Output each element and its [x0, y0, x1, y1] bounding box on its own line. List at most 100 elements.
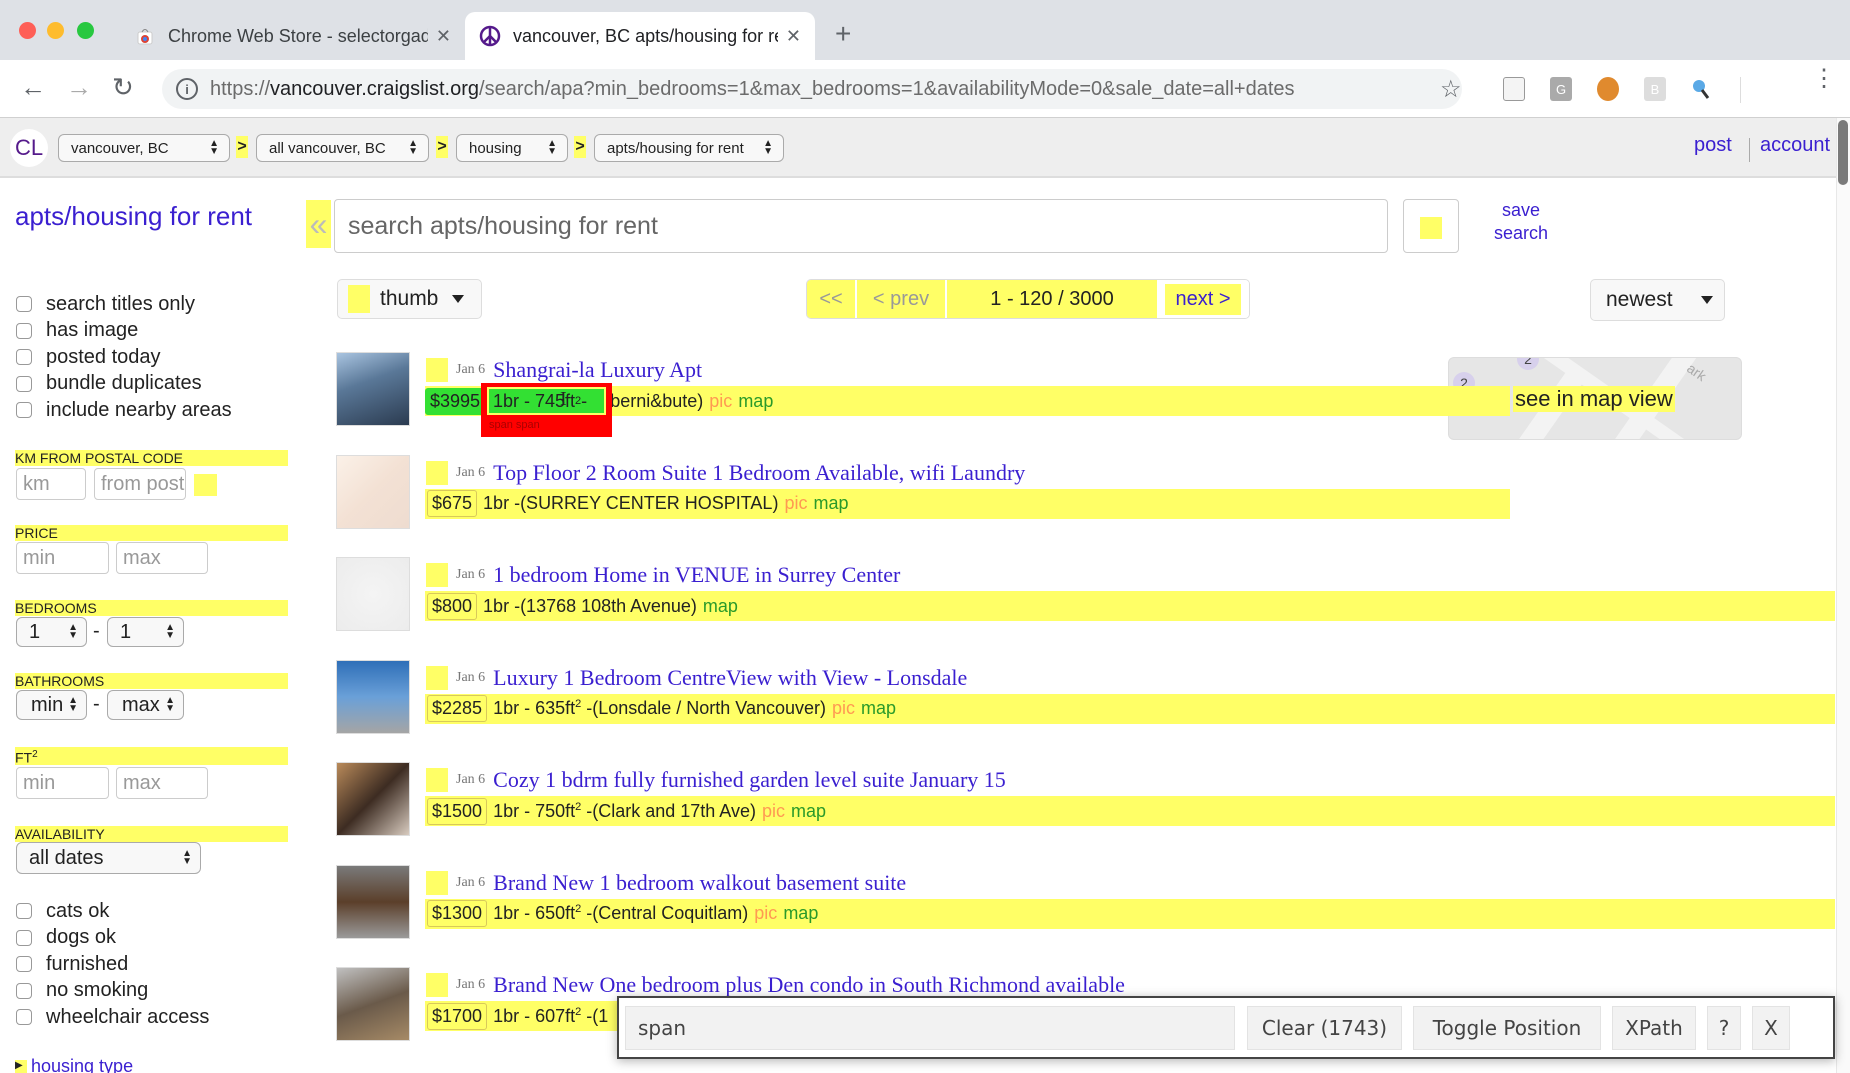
g-extension-icon[interactable]: G	[1550, 77, 1572, 101]
option-dogs-ok[interactable]: dogs ok	[16, 925, 209, 952]
listing-title-link[interactable]: Brand New 1 bedroom walkout basement sui…	[493, 870, 906, 896]
page-scrollbar-track[interactable]	[1836, 118, 1850, 1073]
postal-code-input[interactable]: from postal code	[94, 468, 186, 500]
new-tab-button[interactable]: +	[835, 20, 851, 48]
breadcrumb-region-select[interactable]: vancouver, BC ▲ ▼	[58, 134, 230, 162]
listing-thumbnail[interactable]	[336, 659, 410, 734]
chrome-menu-icon[interactable]: ⋮	[1812, 67, 1836, 91]
favorite-star-icon[interactable]	[426, 665, 448, 690]
close-tab-icon[interactable]: ✕	[436, 26, 451, 47]
listing-thumbnail[interactable]	[336, 967, 410, 1041]
map-link[interactable]: map	[813, 493, 848, 514]
favorite-star-icon[interactable]	[426, 460, 448, 485]
close-gadget-button[interactable]: X	[1752, 1006, 1790, 1050]
listing-row[interactable]: Jan 6 1 bedroom Home in VENUE in Surrey C…	[336, 557, 1836, 633]
km-input[interactable]: km	[16, 468, 86, 500]
map-link[interactable]: map	[861, 698, 896, 719]
category-title[interactable]: apts/housing for rent	[15, 200, 265, 233]
basket-extension-icon[interactable]	[1597, 77, 1619, 101]
map-link[interactable]: map	[703, 596, 738, 617]
option-search-titles-only[interactable]: search titles only	[16, 291, 232, 318]
bathrooms-max-select[interactable]: max ▲ ▼	[107, 690, 184, 720]
checkbox[interactable]	[16, 322, 32, 339]
search-button[interactable]	[1403, 199, 1459, 253]
favorite-star-icon[interactable]	[426, 358, 448, 382]
close-tab-icon[interactable]: ✕	[786, 26, 801, 47]
checkbox[interactable]	[16, 375, 32, 392]
favorite-star-icon[interactable]	[426, 563, 448, 587]
checkbox[interactable]	[16, 349, 32, 366]
sqft-min-input[interactable]: min	[16, 767, 109, 799]
reload-icon[interactable]: ↻	[112, 74, 134, 100]
listing-row[interactable]: Jan 6 Top Floor 2 Room Suite 1 Bedroom Av…	[336, 454, 1836, 531]
close-window-button[interactable]	[19, 22, 36, 39]
listing-row[interactable]: Jan 6 Luxury 1 Bedroom CentreView with Vi…	[336, 659, 1836, 736]
listing-title-link[interactable]: 1 bedroom Home in VENUE in Surrey Center	[493, 562, 900, 588]
bedrooms-max-select[interactable]: 1 ▲ ▼	[107, 617, 184, 647]
postal-search-button[interactable]	[194, 474, 217, 496]
option-bundle-duplicates[interactable]: bundle duplicates	[16, 371, 232, 398]
collapse-sidebar-button[interactable]: «	[306, 200, 331, 248]
listing-row[interactable]: Jan 6 Brand New 1 bedroom walkout basemen…	[336, 864, 1836, 941]
listing-thumbnail[interactable]	[336, 864, 410, 939]
availability-select[interactable]: all dates ▲ ▼	[16, 842, 201, 874]
breadcrumb-subcategory-select[interactable]: apts/housing for rent ▲ ▼	[594, 134, 784, 162]
option-no-smoking[interactable]: no smoking	[16, 978, 209, 1005]
price-min-input[interactable]: min	[16, 542, 109, 574]
option-furnished[interactable]: furnished	[16, 951, 209, 978]
back-icon[interactable]: ←	[20, 74, 46, 100]
listing-thumbnail[interactable]	[336, 454, 410, 529]
checkbox[interactable]	[16, 402, 32, 419]
listing-thumbnail[interactable]	[336, 352, 410, 426]
selectorgadget-extension-icon[interactable]	[1690, 77, 1712, 101]
page-scrollbar-thumb[interactable]	[1838, 120, 1848, 185]
checkbox[interactable]	[16, 903, 32, 920]
bookmark-star-icon[interactable]: ☆	[1440, 75, 1462, 104]
listing-title-link[interactable]: Brand New One bedroom plus Den condo in …	[493, 972, 1125, 998]
favorite-star-icon[interactable]	[426, 768, 448, 792]
minimize-window-button[interactable]	[47, 22, 64, 39]
option-posted-today[interactable]: posted today	[16, 344, 232, 371]
clear-button[interactable]: Clear (1743)	[1247, 1006, 1402, 1050]
listing-title-link[interactable]: Luxury 1 Bedroom CentreView with View - …	[493, 665, 967, 691]
listing-thumbnail[interactable]	[336, 762, 410, 836]
option-has-image[interactable]: has image	[16, 318, 232, 345]
tab-chrome-web-store[interactable]: Chrome Web Store - selectorgadget ✕	[120, 12, 465, 60]
forward-icon[interactable]: →	[66, 74, 92, 100]
post-link[interactable]: post	[1694, 134, 1732, 157]
checkbox[interactable]	[16, 929, 32, 946]
listing-title-link[interactable]: Shangrai-la Luxury Apt	[493, 357, 702, 383]
favorite-star-icon[interactable]	[426, 870, 448, 895]
prev-page-button[interactable]: < prev	[857, 280, 947, 318]
selectorgadget-highlight[interactable]: 1br - 745ft 2 - span span	[481, 383, 612, 437]
tab-craigslist[interactable]: vancouver, BC apts/housing for rent ✕	[465, 12, 815, 60]
listing-row[interactable]: Jan 6 Cozy 1 bdrm fully furnished garden …	[336, 762, 1836, 838]
account-link[interactable]: account	[1760, 134, 1830, 157]
housing-type-toggle[interactable]: ▶ housing type	[15, 1056, 133, 1073]
option-cats-ok[interactable]: cats ok	[16, 898, 209, 925]
xpath-button[interactable]: XPath	[1612, 1006, 1696, 1050]
sort-dropdown[interactable]: newest	[1590, 279, 1725, 321]
toggle-position-button[interactable]: Toggle Position	[1413, 1006, 1601, 1050]
listing-title-link[interactable]: Top Floor 2 Room Suite 1 Bedroom Availab…	[493, 460, 1025, 486]
selected-housing-span[interactable]: 1br - 745ft 2 -	[487, 387, 606, 415]
view-mode-dropdown[interactable]: thumb	[337, 279, 482, 319]
bedrooms-min-select[interactable]: 1 ▲ ▼	[16, 617, 87, 647]
map-link[interactable]: map	[791, 801, 826, 822]
help-button[interactable]: ?	[1707, 1006, 1741, 1050]
sqft-max-input[interactable]: max	[116, 767, 208, 799]
map-link[interactable]: map	[738, 391, 773, 412]
option-wheelchair-access[interactable]: wheelchair access	[16, 1004, 209, 1031]
map-link[interactable]: map	[783, 903, 818, 924]
b-extension-icon[interactable]: B	[1644, 77, 1666, 101]
maximize-window-button[interactable]	[77, 22, 94, 39]
css-selector-input[interactable]: span	[625, 1006, 1235, 1050]
first-page-button[interactable]: <<	[807, 280, 857, 318]
breadcrumb-category-select[interactable]: housing ▲ ▼	[456, 134, 568, 162]
price-max-input[interactable]: max	[116, 542, 208, 574]
craigslist-logo[interactable]: CL	[10, 129, 48, 167]
document-extension-icon[interactable]	[1503, 77, 1525, 101]
search-input[interactable]: search apts/housing for rent	[334, 199, 1388, 253]
checkbox[interactable]	[16, 956, 32, 973]
favorite-star-icon[interactable]	[426, 973, 448, 997]
